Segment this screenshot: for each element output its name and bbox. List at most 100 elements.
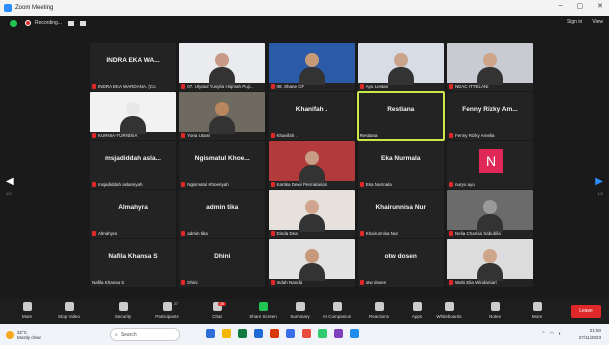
close-button[interactable]: ✕ — [597, 2, 603, 10]
security-button[interactable]: Security — [106, 302, 140, 319]
participant-tile[interactable]: Ayu Lestari — [357, 43, 444, 91]
taskbar-app-icon[interactable] — [286, 329, 295, 338]
participant-name-label: 08. Shane CF — [276, 84, 305, 89]
share-screen-button[interactable]: Share Screen — [246, 302, 280, 319]
muted-mic-icon — [270, 84, 275, 89]
participant-tile[interactable]: NEAC ITTELANI — [447, 43, 533, 91]
toolbar-button-label: Mute — [21, 314, 32, 319]
participant-tile[interactable]: Dhini Dhini — [179, 239, 266, 287]
participant-tile[interactable]: Eka Nurmala Eka Nurmala — [357, 141, 444, 189]
meeting-toolbar: Mute Stop Video Security 27 Participants 25 Ch… — [0, 299, 609, 324]
participant-tile[interactable]: msjadiddah asla... msjadiddah aslamiyah — [90, 141, 176, 189]
participant-name-label: Yona Utami — [187, 133, 211, 138]
participant-tile[interactable]: Khairunnisa Nur Khairunnisa Nur — [357, 190, 444, 238]
view-button[interactable]: View — [592, 19, 603, 25]
muted-mic-icon — [92, 133, 96, 138]
speaker-icon[interactable]: ◖ — [558, 331, 561, 337]
taskbar-app-icon[interactable] — [350, 329, 359, 338]
participant-face — [483, 249, 497, 263]
taskbar-app-icon[interactable] — [206, 329, 215, 338]
participant-tile[interactable]: 08. Shane CF — [268, 43, 355, 91]
participant-tile[interactable]: Restiana Restiana — [356, 91, 445, 141]
participant-label: Kartika Dewi Permatasari — [270, 182, 327, 187]
participant-face — [304, 249, 319, 263]
stop-video-button[interactable]: Stop Video — [52, 302, 86, 319]
participant-tile[interactable]: Nafila Khansa S Nafila Khansa S — [90, 239, 176, 287]
weather-widget[interactable]: 32°C Mostly clear — [6, 330, 41, 340]
muted-mic-icon — [359, 231, 364, 236]
more-icon — [532, 302, 542, 311]
participant-tile[interactable]: 07. Ulyatul Yusyita Hiqmah Puji... — [179, 43, 266, 91]
chevron-up-icon[interactable]: ⌃ — [541, 331, 545, 337]
reactions-button[interactable]: Reactions — [362, 302, 396, 319]
more-button[interactable]: More — [520, 302, 554, 319]
participant-count: 27 — [174, 302, 178, 306]
leave-button[interactable]: Leave — [571, 305, 601, 318]
taskbar-app-icon[interactable] — [334, 329, 343, 338]
taskbar-app-icon[interactable] — [254, 329, 263, 338]
participant-tile[interactable]: Wahi Elia Windarsari — [447, 239, 533, 287]
participant-display-name: INDRA EKA WA... — [106, 57, 160, 64]
participant-tile[interactable]: Indah Nanda — [268, 239, 355, 287]
participant-body — [209, 67, 236, 85]
mute-button[interactable]: Mute — [10, 302, 44, 319]
participant-tile[interactable]: KURNIA-TURNISIA — [90, 92, 176, 140]
taskbar-app-icon[interactable] — [302, 329, 311, 338]
participant-name-label: Khanifah . — [276, 133, 297, 138]
prev-page-arrow-icon[interactable]: ◀ — [6, 176, 14, 187]
muted-mic-icon — [359, 84, 364, 89]
ai-companion-button[interactable]: AI Companion — [320, 302, 354, 319]
taskbar-app-icon[interactable] — [318, 329, 327, 338]
system-tray-icons[interactable]: ⌃ ◠ ◖ — [541, 331, 561, 337]
participant-display-name: Khanifah . — [295, 106, 328, 113]
participant-label: NEAC ITTELANI — [449, 84, 489, 89]
taskbar-app-icon[interactable] — [222, 329, 231, 338]
apps-button[interactable]: Apps — [400, 302, 434, 319]
signin-link[interactable]: Sign in — [567, 19, 582, 25]
participant-label: Dinda Dea — [270, 231, 298, 236]
participant-tile[interactable]: Nelia Charisa Sabubila — [447, 190, 533, 238]
participant-tile[interactable]: Fenny Rizky Am... Fenny Rizky Amelia — [447, 92, 533, 140]
whiteboards-button[interactable]: Whiteboards — [432, 302, 466, 319]
participant-tile[interactable]: admin tika admin tika — [179, 190, 266, 238]
participant-name-label: nuryo ayu — [455, 182, 475, 187]
notes-button[interactable]: Notes — [478, 302, 512, 319]
wifi-icon[interactable]: ◠ — [550, 331, 554, 337]
participant-body — [477, 214, 503, 232]
stop-recording-button[interactable] — [79, 20, 86, 26]
chat-button[interactable]: 25 Chat — [200, 302, 234, 319]
window-titlebar: Zoom Meeting – ▢ ✕ — [0, 0, 609, 16]
clock[interactable]: 21:50 27/11/2023 — [579, 327, 601, 341]
participant-body — [298, 165, 325, 183]
participant-body — [298, 263, 325, 281]
participant-tile[interactable]: Dinda Dea — [268, 190, 355, 238]
summary-button[interactable]: Summary — [283, 302, 317, 319]
participant-tile[interactable]: Almahyra Almahyra — [90, 190, 176, 238]
muted-mic-icon — [92, 84, 96, 89]
participant-display-name: Dhini — [214, 253, 231, 260]
participant-name-label: Fenny Rizky Amelia — [455, 133, 495, 138]
muted-mic-icon — [181, 182, 186, 187]
encryption-shield-icon[interactable] — [10, 19, 17, 27]
minimize-button[interactable]: – — [559, 2, 563, 10]
participant-tile[interactable]: Khanifah . Khanifah . — [268, 92, 355, 140]
participant-tile[interactable]: Nnuryo ayu — [447, 141, 533, 189]
maximize-button[interactable]: ▢ — [577, 2, 584, 10]
participant-tile[interactable]: INDRA EKA WA... INDRA EKA WARDANA. (Co — [90, 43, 176, 91]
pause-recording-button[interactable] — [67, 20, 74, 26]
participant-name-label: KURNIA-TURNISIA — [98, 133, 138, 138]
participant-tile[interactable]: Kartika Dewi Permatasari — [268, 141, 355, 189]
taskbar-search[interactable]: ⌕ Search — [110, 328, 180, 341]
participant-tile[interactable]: otw dosen otw dosen — [357, 239, 444, 287]
participant-tile[interactable]: Ngismatul Khoe... Ngismatul Khoeriyah — [179, 141, 266, 189]
taskbar-app-icon[interactable] — [270, 329, 279, 338]
participant-display-name: Fenny Rizky Am... — [462, 106, 518, 113]
next-page-arrow-icon[interactable]: ▶ — [595, 176, 603, 187]
participant-tile[interactable]: Yona Utami — [179, 92, 266, 140]
taskbar-app-icon[interactable] — [238, 329, 247, 338]
participant-name-label: NEAC ITTELANI — [455, 84, 489, 89]
participant-label: Khairunnisa Nur — [359, 231, 398, 236]
participant-name-label: admin tika — [187, 231, 208, 236]
participants-button[interactable]: 27 Participants — [150, 302, 184, 319]
participant-label: Almahyra — [92, 231, 117, 236]
